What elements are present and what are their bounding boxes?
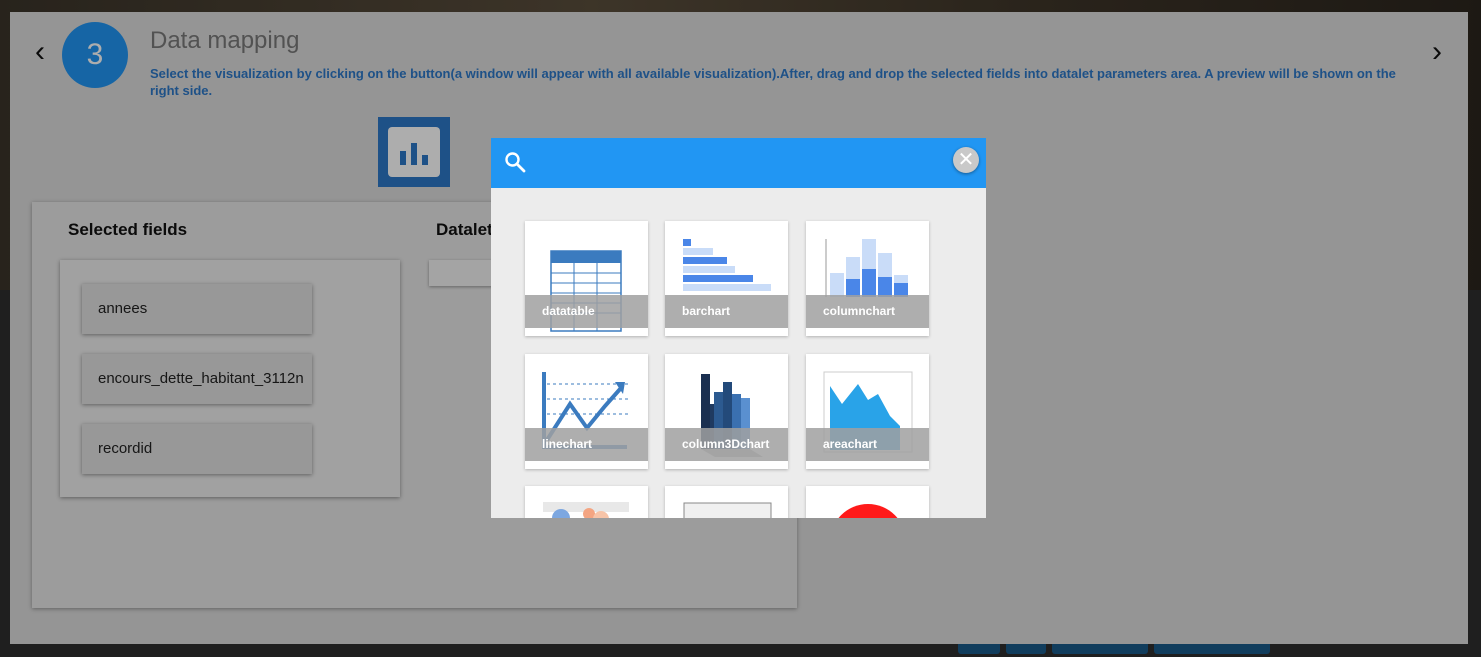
visualization-tile-treemap[interactable] bbox=[665, 486, 788, 518]
tile-label: column3Dchart bbox=[665, 428, 788, 461]
dialog-header: ✕ bbox=[491, 138, 986, 188]
visualization-tile-areachart[interactable]: areachart bbox=[806, 354, 929, 469]
tile-label: columnchart bbox=[806, 295, 929, 328]
visualization-tile-columnchart[interactable]: columnchart bbox=[806, 221, 929, 336]
visualization-tile-datatable[interactable]: datatable bbox=[525, 221, 648, 336]
tile-label: barchart bbox=[665, 295, 788, 328]
visualization-tile-linechart[interactable]: linechart bbox=[525, 354, 648, 469]
visualization-tile-bubblechart[interactable] bbox=[525, 486, 648, 518]
treemap-thumbnail bbox=[683, 502, 772, 518]
tile-label: areachart bbox=[806, 428, 929, 461]
search-icon[interactable] bbox=[503, 150, 527, 174]
close-icon[interactable]: ✕ bbox=[953, 147, 979, 173]
tile-label: linechart bbox=[525, 428, 648, 461]
tile-label: datatable bbox=[525, 295, 648, 328]
bubblechart-thumbnail bbox=[543, 502, 629, 518]
visualization-tile-barchart[interactable]: barchart bbox=[665, 221, 788, 336]
visualization-tile-column3dchart[interactable]: column3Dchart bbox=[665, 354, 788, 469]
visualization-tile-piechart[interactable] bbox=[806, 486, 929, 518]
search-input[interactable] bbox=[539, 150, 923, 178]
piechart-thumbnail bbox=[838, 504, 898, 518]
visualization-picker-dialog: ✕ datatable barchart columnchart linecha… bbox=[491, 138, 986, 518]
